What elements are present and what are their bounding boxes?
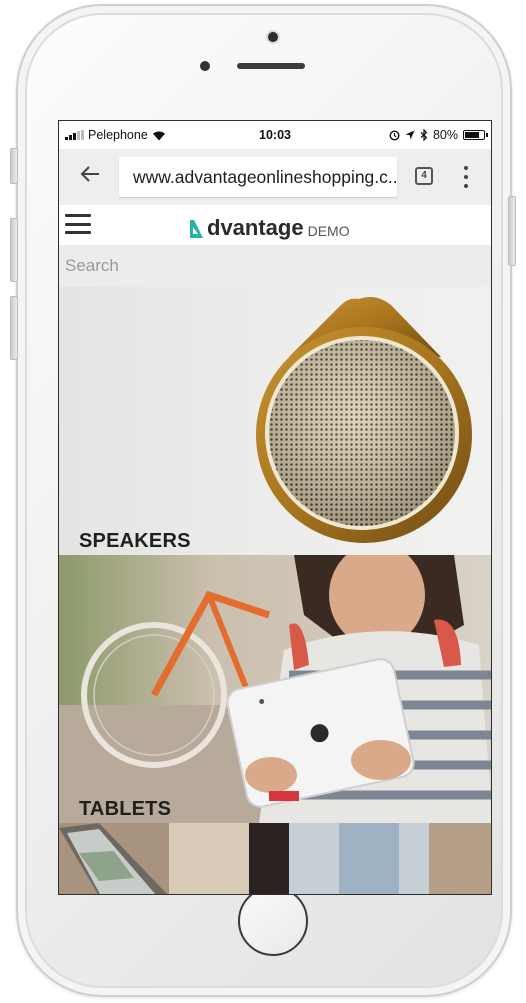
category-label-speakers: SPEAKERS xyxy=(79,530,191,552)
battery-percent: 80% xyxy=(432,128,458,142)
status-bar: Pelephone 10:03 80% xyxy=(59,121,491,149)
power-button[interactable] xyxy=(508,196,516,266)
url-field[interactable]: www.advantageonlineshopping.c... xyxy=(119,157,397,197)
tab-switcher-button[interactable]: 4 xyxy=(415,167,433,185)
speaker-product-image xyxy=(256,297,472,543)
phone-screen: Pelephone 10:03 80% www.advantageonlines… xyxy=(58,120,492,895)
category-tile-tablets[interactable]: TABLETS xyxy=(59,555,491,823)
more-vert-icon[interactable] xyxy=(463,166,469,188)
site-logo[interactable]: dvantage DEMO xyxy=(189,215,350,239)
hamburger-icon[interactable] xyxy=(65,214,91,234)
logo-mark-icon xyxy=(190,220,203,238)
volume-up-button[interactable] xyxy=(10,218,18,282)
search-input[interactable] xyxy=(65,245,465,287)
category-label-tablets: TABLETS xyxy=(79,798,172,820)
location-icon xyxy=(405,130,415,140)
browser-toolbar: www.advantageonlineshopping.c... 4 xyxy=(59,149,491,205)
tablet-lifestyle-image xyxy=(59,555,491,823)
home-button[interactable] xyxy=(238,886,308,956)
category-tile-speakers[interactable]: SPEAKERS xyxy=(59,287,491,555)
proximity-sensor xyxy=(200,61,210,71)
earpiece-speaker xyxy=(237,63,305,69)
laptop-lifestyle-image xyxy=(59,823,491,894)
battery-icon xyxy=(463,130,488,140)
logo-suffix: DEMO xyxy=(307,223,350,239)
battery-level xyxy=(465,132,480,138)
front-camera xyxy=(268,32,278,42)
alarm-icon xyxy=(389,129,400,141)
site-header: dvantage DEMO xyxy=(59,205,491,245)
logo-wordmark: dvantage xyxy=(207,215,304,240)
back-arrow-icon[interactable] xyxy=(79,163,103,187)
category-tile-next[interactable] xyxy=(59,823,491,894)
search-bar xyxy=(59,245,491,287)
volume-down-button[interactable] xyxy=(10,296,18,360)
bluetooth-icon xyxy=(420,129,428,141)
mute-switch[interactable] xyxy=(10,148,18,184)
